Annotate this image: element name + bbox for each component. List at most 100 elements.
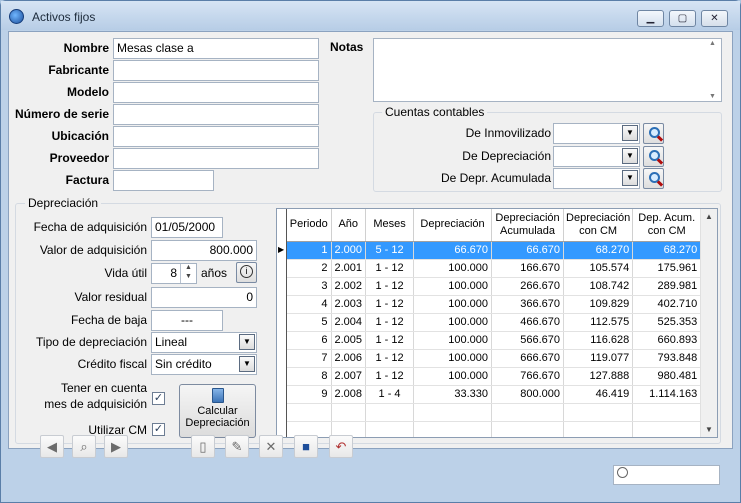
table-cell[interactable]: [563, 403, 634, 422]
nombre-input[interactable]: Mesas clase a: [113, 38, 319, 59]
fecha-adquisicion-input[interactable]: 01/05/2000: [151, 217, 223, 238]
proveedor-input[interactable]: [113, 148, 319, 169]
delete-button[interactable]: ✕: [259, 435, 283, 458]
table-cell[interactable]: 112.575: [563, 313, 634, 332]
table-cell[interactable]: 100.000: [413, 313, 493, 332]
table-row[interactable]: 7 2.006 1 - 12 100.000 666.670 119.077 793.848: [287, 349, 702, 368]
table-cell[interactable]: 1 - 12: [365, 331, 415, 350]
table-cell[interactable]: [632, 403, 702, 422]
serie-input[interactable]: [113, 104, 319, 125]
table-cell[interactable]: 4: [287, 295, 332, 314]
table-scrollbar[interactable]: ▲ ▼: [700, 209, 717, 437]
table-cell[interactable]: 1 - 4: [365, 385, 415, 404]
column-header[interactable]: Dep. Acum. con CM: [632, 209, 702, 242]
table-cell[interactable]: 66.670: [491, 241, 565, 260]
table-row[interactable]: 1 2.000 5 - 12 66.670 66.670 68.270 68.270: [287, 241, 702, 260]
inmovilizado-dropdown[interactable]: ▼: [622, 125, 638, 141]
table-cell[interactable]: 2.001: [331, 259, 367, 278]
toolbar-search-input[interactable]: [613, 465, 720, 485]
column-header[interactable]: Año: [331, 209, 367, 242]
ubicacion-input[interactable]: [113, 126, 319, 147]
table-cell[interactable]: 108.742: [563, 277, 634, 296]
table-cell[interactable]: [413, 421, 493, 437]
table-cell[interactable]: [491, 403, 565, 422]
table-cell[interactable]: [413, 403, 493, 422]
table-row[interactable]: 3 2.002 1 - 12 100.000 266.670 108.742 289.981: [287, 277, 702, 296]
depreciacion-table[interactable]: ▶ Periodo Año Meses Depreciación Depreciació…: [276, 208, 718, 438]
table-cell[interactable]: 466.670: [491, 313, 565, 332]
column-header[interactable]: Periodo: [287, 209, 332, 242]
table-cell[interactable]: 2.007: [331, 367, 367, 386]
minimize-button[interactable]: ▁: [637, 10, 664, 27]
save-button[interactable]: ■: [294, 435, 318, 458]
scroll-down-icon[interactable]: ▼: [701, 425, 717, 434]
table-cell[interactable]: 666.670: [491, 349, 565, 368]
fecha-baja-input[interactable]: ---: [151, 310, 223, 331]
inmovilizado-search-button[interactable]: [643, 123, 664, 144]
table-cell[interactable]: 2.003: [331, 295, 367, 314]
table-cell[interactable]: 2.004: [331, 313, 367, 332]
tener-cuenta-checkbox[interactable]: ✓: [152, 392, 165, 405]
table-cell[interactable]: 68.270: [563, 241, 634, 260]
table-cell[interactable]: 66.670: [413, 241, 493, 260]
table-cell[interactable]: 1 - 12: [365, 349, 415, 368]
table-cell[interactable]: 402.710: [632, 295, 702, 314]
table-cell[interactable]: 1: [287, 241, 332, 260]
acumulada-search-button[interactable]: [643, 168, 664, 189]
table-cell[interactable]: 5 - 12: [365, 241, 415, 260]
table-cell[interactable]: 266.670: [491, 277, 565, 296]
table-cell[interactable]: 660.893: [632, 331, 702, 350]
table-cell[interactable]: [491, 421, 565, 437]
table-cell[interactable]: 68.270: [632, 241, 702, 260]
spin-down-icon[interactable]: ▼: [185, 273, 192, 280]
edit-button[interactable]: ✎: [225, 435, 249, 458]
title-bar[interactable]: Activos fijos ▁ ▢ ✕: [1, 1, 740, 30]
table-cell[interactable]: [632, 421, 702, 437]
table-row[interactable]: 2 2.001 1 - 12 100.000 166.670 105.574 175.961: [287, 259, 702, 278]
table-row[interactable]: 5 2.004 1 - 12 100.000 466.670 112.575 525.353: [287, 313, 702, 332]
table-cell[interactable]: 116.628: [563, 331, 634, 350]
column-header[interactable]: Depreciación con CM: [563, 209, 634, 242]
table-cell[interactable]: 2.005: [331, 331, 367, 350]
table-cell[interactable]: 33.330: [413, 385, 493, 404]
table-cell[interactable]: 100.000: [413, 259, 493, 278]
table-cell[interactable]: 127.888: [563, 367, 634, 386]
table-cell[interactable]: 166.670: [491, 259, 565, 278]
table-cell[interactable]: 2.006: [331, 349, 367, 368]
table-cell[interactable]: 1 - 12: [365, 259, 415, 278]
table-cell[interactable]: 980.481: [632, 367, 702, 386]
new-button[interactable]: ▯: [191, 435, 215, 458]
notas-textarea[interactable]: [373, 38, 722, 102]
find-button[interactable]: ⌕: [72, 435, 96, 458]
table-cell[interactable]: [331, 403, 367, 422]
table-row[interactable]: 8 2.007 1 - 12 100.000 766.670 127.888 980.481: [287, 367, 702, 386]
vida-util-info-button[interactable]: i: [236, 262, 257, 283]
acumulada-dropdown[interactable]: ▼: [622, 170, 638, 186]
table-cell[interactable]: 800.000: [491, 385, 565, 404]
table-cell[interactable]: 1.114.163: [632, 385, 702, 404]
factura-input[interactable]: [113, 170, 214, 191]
utilizar-cm-checkbox[interactable]: ✓: [152, 423, 165, 436]
table-cell[interactable]: 3: [287, 277, 332, 296]
calcular-depreciacion-button[interactable]: Calcular Depreciación: [179, 384, 256, 438]
close-button[interactable]: ✕: [701, 10, 728, 27]
table-row[interactable]: 9 2.008 1 - 4 33.330 800.000 46.419 1.114.163: [287, 385, 702, 404]
next-button[interactable]: ▶: [104, 435, 128, 458]
table-cell[interactable]: 1 - 12: [365, 367, 415, 386]
valor-residual-input[interactable]: 0: [151, 287, 257, 308]
table-cell[interactable]: 366.670: [491, 295, 565, 314]
notas-scrollbar[interactable]: ▲ ▼: [706, 40, 720, 100]
modelo-input[interactable]: [113, 82, 319, 103]
table-cell[interactable]: 175.961: [632, 259, 702, 278]
fabricante-input[interactable]: [113, 60, 319, 81]
table-cell[interactable]: 46.419: [563, 385, 634, 404]
table-cell[interactable]: 100.000: [413, 277, 493, 296]
undo-button[interactable]: ↶: [329, 435, 353, 458]
table-row[interactable]: 4 2.003 1 - 12 100.000 366.670 109.829 402.710: [287, 295, 702, 314]
scroll-up-icon[interactable]: ▲: [701, 212, 717, 221]
table-cell[interactable]: 100.000: [413, 349, 493, 368]
table-cell[interactable]: 766.670: [491, 367, 565, 386]
table-cell[interactable]: 7: [287, 349, 332, 368]
maximize-button[interactable]: ▢: [669, 10, 696, 27]
table-cell[interactable]: [563, 421, 634, 437]
